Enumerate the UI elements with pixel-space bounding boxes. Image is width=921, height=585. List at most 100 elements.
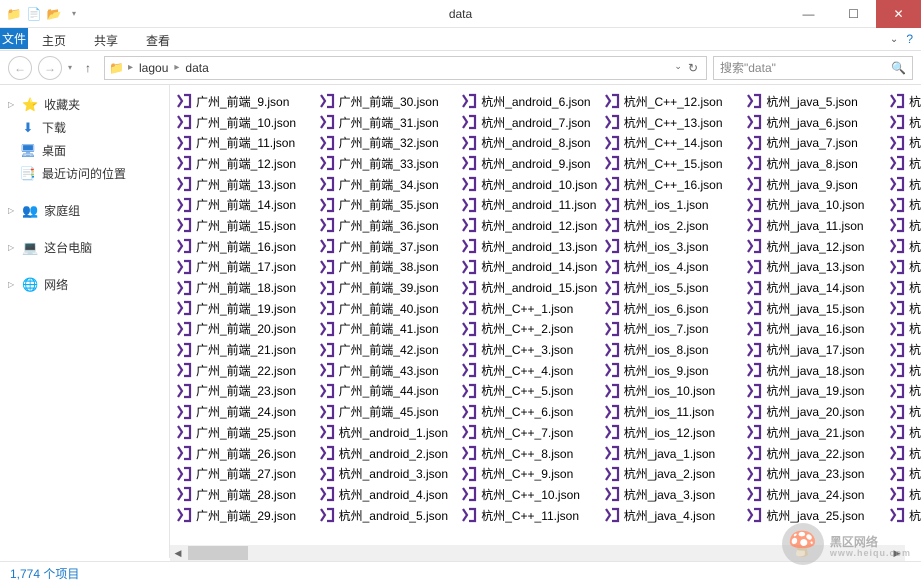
scroll-left-icon[interactable]: ◀ [170,548,186,559]
file-item[interactable]: 杭州_ios_4.json [602,257,745,278]
nav-desktop[interactable]: 🖥桌面 [0,139,169,162]
forward-button[interactable]: → [38,56,62,80]
file-item[interactable]: 广州_前端_25.json [174,422,317,443]
chevron-right-icon[interactable]: ▸ [128,62,133,73]
file-item[interactable]: 广州_前端_33.json [317,153,460,174]
file-item[interactable]: 杭州_C++_9.json [459,463,602,484]
file-item[interactable]: 广州_前端_24.json [174,401,317,422]
file-item[interactable]: 广州_前端_17.json [174,257,317,278]
file-item[interactable]: 杭 [887,422,917,443]
file-item[interactable]: 杭州_java_21.json [744,422,887,443]
file-item[interactable]: 杭 [887,91,917,112]
qat-open-icon[interactable]: 📂 [46,6,62,22]
file-item[interactable]: 杭州_java_8.json [744,153,887,174]
file-item[interactable]: 杭州_C++_13.json [602,112,745,133]
file-item[interactable]: 杭州_ios_7.json [602,319,745,340]
file-item[interactable]: 杭州_ios_8.json [602,339,745,360]
file-item[interactable]: 杭州_android_7.json [459,112,602,133]
file-item[interactable]: 杭 [887,277,917,298]
horizontal-scrollbar[interactable]: ◀ ▶ [170,545,905,561]
file-item[interactable]: 杭州_java_25.json [744,505,887,526]
file-item[interactable]: 杭 [887,194,917,215]
file-item[interactable]: 广州_前端_26.json [174,443,317,464]
file-item[interactable]: 广州_前端_36.json [317,215,460,236]
file-item[interactable]: 杭州_android_2.json [317,443,460,464]
nav-thispc[interactable]: 💻这台电脑 [0,236,169,259]
address-dropdown-icon[interactable]: ⌄ [674,61,682,75]
search-box[interactable]: 搜索"data" 🔍 [713,56,913,80]
file-item[interactable]: 广州_前端_19.json [174,298,317,319]
file-item[interactable]: 杭州_android_9.json [459,153,602,174]
file-item[interactable]: 杭州_java_16.json [744,319,887,340]
file-item[interactable]: 杭州_java_18.json [744,360,887,381]
nav-recent[interactable]: 📑最近访问的位置 [0,162,169,185]
file-item[interactable]: 广州_前端_20.json [174,319,317,340]
file-item[interactable]: 杭州_C++_3.json [459,339,602,360]
file-item[interactable]: 杭州_android_11.json [459,194,602,215]
file-item[interactable]: 杭州_ios_10.json [602,381,745,402]
file-item[interactable]: 杭州_java_22.json [744,443,887,464]
file-item[interactable]: 杭州_java_20.json [744,401,887,422]
file-item[interactable]: 杭州_android_15.json [459,277,602,298]
file-item[interactable]: 杭州_C++_8.json [459,443,602,464]
close-button[interactable]: ✕ [876,0,921,28]
file-item[interactable]: 广州_前端_14.json [174,194,317,215]
file-item[interactable]: 杭州_ios_12.json [602,422,745,443]
file-item[interactable]: 广州_前端_45.json [317,401,460,422]
ribbon-file-tab[interactable]: 文件 [0,28,28,49]
nav-favorites[interactable]: ⭐收藏夹 [0,93,169,116]
file-item[interactable]: 杭州_android_10.json [459,174,602,195]
file-item[interactable]: 杭州_java_7.json [744,132,887,153]
file-item[interactable]: 杭 [887,505,917,526]
file-item[interactable]: 广州_前端_16.json [174,236,317,257]
file-item[interactable]: 杭州_ios_5.json [602,277,745,298]
file-item[interactable]: 广州_前端_32.json [317,132,460,153]
file-item[interactable]: 杭 [887,257,917,278]
file-item[interactable]: 杭 [887,381,917,402]
file-item[interactable]: 杭州_java_14.json [744,277,887,298]
file-item[interactable]: 广州_前端_18.json [174,277,317,298]
file-item[interactable]: 杭州_ios_1.json [602,194,745,215]
file-item[interactable]: 杭 [887,401,917,422]
file-item[interactable]: 杭州_java_10.json [744,194,887,215]
file-item[interactable]: 杭州_java_24.json [744,484,887,505]
file-item[interactable]: 杭州_C++_4.json [459,360,602,381]
file-item[interactable]: 杭州_C++_14.json [602,132,745,153]
file-item[interactable]: 杭州_android_1.json [317,422,460,443]
file-item[interactable]: 广州_前端_21.json [174,339,317,360]
back-button[interactable]: ← [8,56,32,80]
file-item[interactable]: 杭州_C++_11.json [459,505,602,526]
file-item[interactable]: 杭州_java_11.json [744,215,887,236]
file-item[interactable]: 杭州_C++_12.json [602,91,745,112]
maximize-button[interactable]: ☐ [831,0,876,28]
file-item[interactable]: 广州_前端_30.json [317,91,460,112]
nav-network[interactable]: 🌐网络 [0,273,169,296]
file-item[interactable]: 杭 [887,132,917,153]
file-item[interactable]: 广州_前端_44.json [317,381,460,402]
file-item[interactable]: 广州_前端_12.json [174,153,317,174]
file-item[interactable]: 杭 [887,215,917,236]
file-item[interactable]: 杭州_android_4.json [317,484,460,505]
file-item[interactable]: 杭州_java_4.json [602,505,745,526]
file-item[interactable]: 杭州_C++_6.json [459,401,602,422]
file-item[interactable]: 广州_前端_31.json [317,112,460,133]
file-item[interactable]: 杭州_ios_9.json [602,360,745,381]
qat-new-icon[interactable]: 📄 [26,6,42,22]
file-item[interactable]: 杭 [887,112,917,133]
file-item[interactable]: 广州_前端_11.json [174,132,317,153]
file-item[interactable]: 杭州_java_17.json [744,339,887,360]
file-item[interactable]: 杭州_java_19.json [744,381,887,402]
file-item[interactable]: 杭州_android_8.json [459,132,602,153]
file-item[interactable]: 广州_前端_27.json [174,463,317,484]
qat-dropdown-icon[interactable]: ▾ [66,6,82,22]
file-item[interactable]: 杭州_java_2.json [602,463,745,484]
ribbon-tab-share[interactable]: 共享 [80,28,132,50]
file-item[interactable]: 广州_前端_43.json [317,360,460,381]
nav-downloads[interactable]: ⬇下载 [0,116,169,139]
file-item[interactable]: 杭 [887,484,917,505]
file-item[interactable]: 杭州_java_23.json [744,463,887,484]
file-item[interactable]: 杭州_java_1.json [602,443,745,464]
file-item[interactable]: 广州_前端_28.json [174,484,317,505]
ribbon-tab-view[interactable]: 查看 [132,28,184,50]
file-item[interactable]: 杭州_C++_2.json [459,319,602,340]
